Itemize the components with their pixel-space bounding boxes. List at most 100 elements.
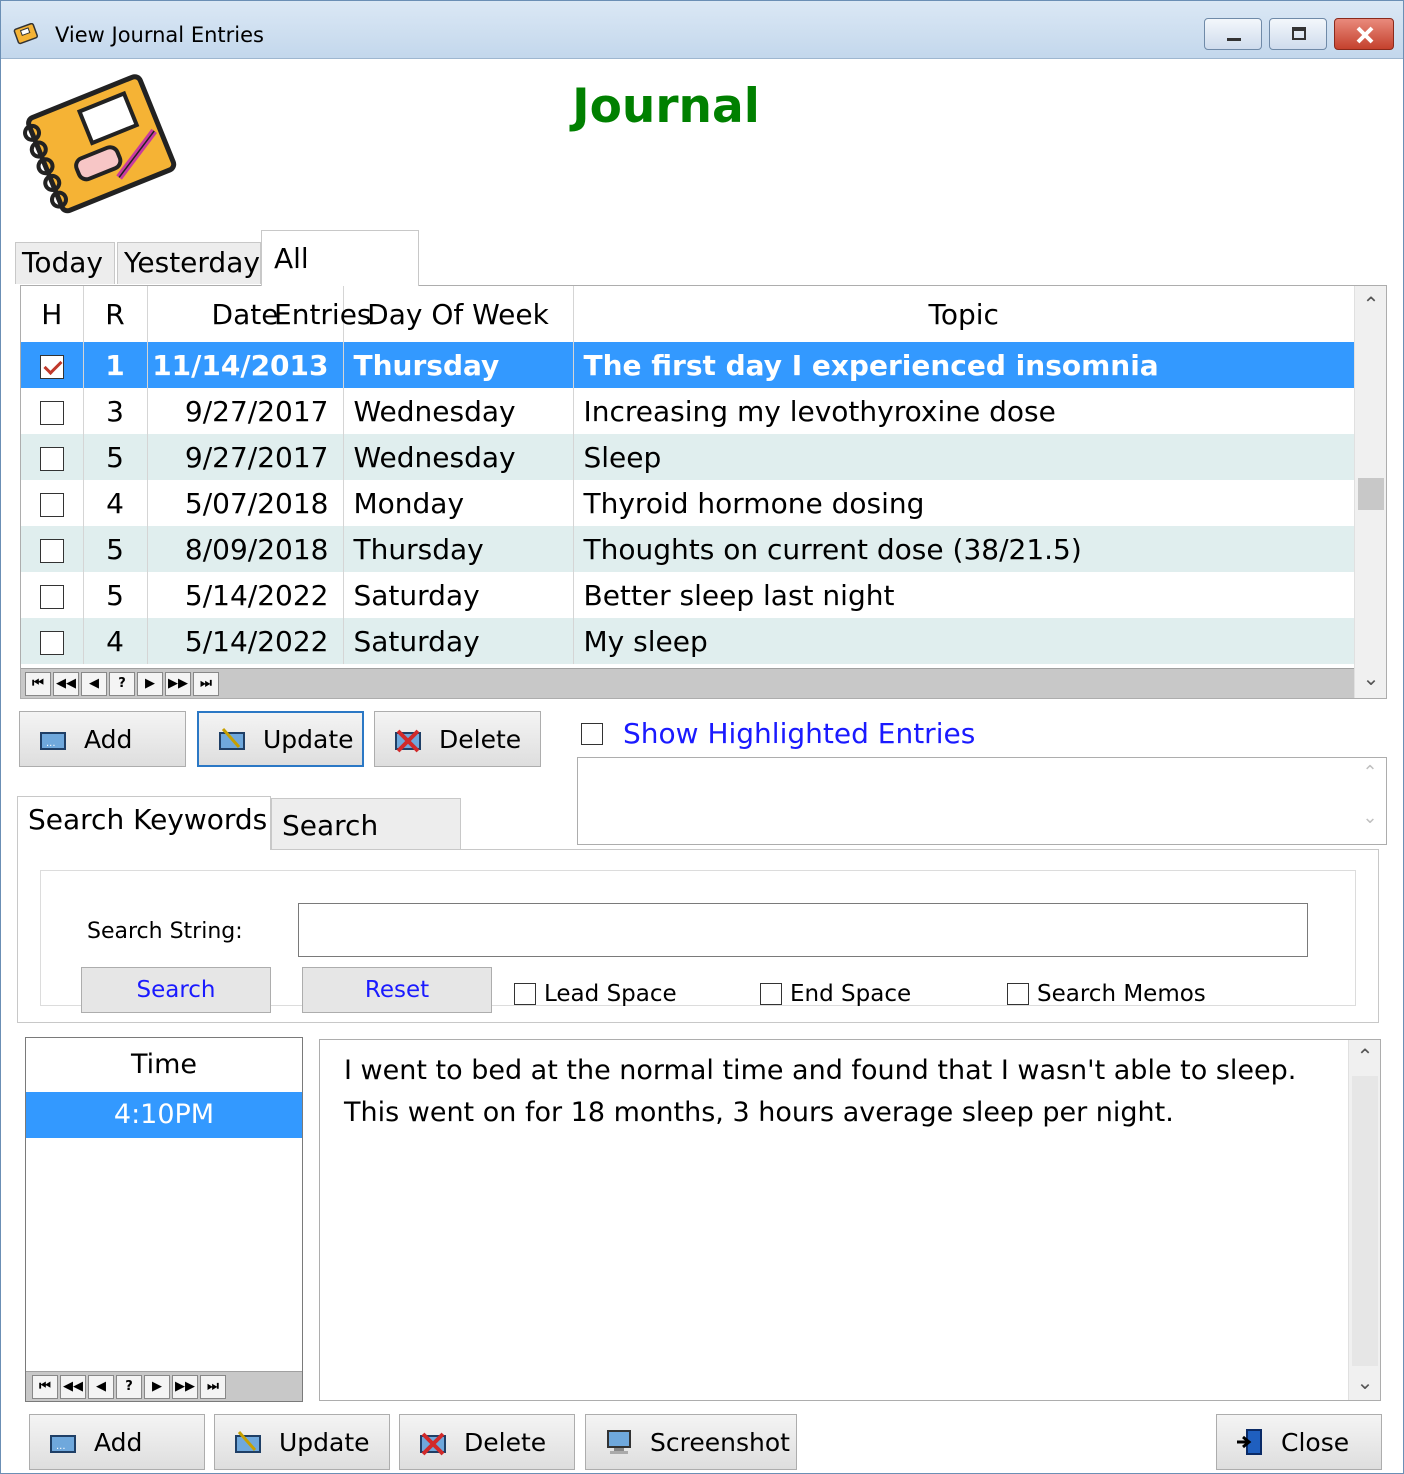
cell-topic: Increasing my levothyroxine dose <box>573 388 1355 434</box>
minimize-button[interactable] <box>1204 18 1262 50</box>
maximize-icon <box>1292 27 1306 40</box>
delete-entry-label: Delete <box>439 724 522 754</box>
cell-topic: Thyroid hormone dosing <box>573 480 1355 526</box>
scroll-down-icon[interactable]: ⌄ <box>1355 666 1386 696</box>
scroll-thumb[interactable] <box>1352 1076 1378 1366</box>
tab-all-entries[interactable]: All Entries <box>261 230 419 331</box>
table-row[interactable]: 4 5/14/2022 Saturday My sleep <box>21 618 1355 664</box>
add-entry-button[interactable]: ... Add <box>19 711 186 767</box>
nav-next-button[interactable]: ▶ <box>144 1375 170 1399</box>
time-navigator: ⏮ ◀◀ ◀ ? ▶ ▶▶ ⏭ <box>26 1371 302 1401</box>
nav-help-button[interactable]: ? <box>109 672 135 696</box>
highlight-checkbox[interactable] <box>39 446 64 471</box>
search-memos-checkbox[interactable] <box>1007 983 1029 1005</box>
update-entry-label: Update <box>263 724 354 754</box>
table-row[interactable]: 5 5/14/2022 Saturday Better sleep last n… <box>21 572 1355 618</box>
col-header-h[interactable]: H <box>21 286 84 342</box>
memo-text[interactable]: I went to bed at the normal time and fou… <box>344 1050 1334 1134</box>
maximize-button[interactable] <box>1269 18 1327 50</box>
nav-prior-button[interactable]: ◀ <box>88 1375 114 1399</box>
show-highlighted-checkbox[interactable] <box>581 722 603 745</box>
nav-next-page-button[interactable]: ▶▶ <box>172 1375 198 1399</box>
table-row[interactable]: 3 9/27/2017 Wednesday Increasing my levo… <box>21 388 1355 434</box>
title-bar[interactable]: View Journal Entries <box>1 1 1403 59</box>
cell-day-of-week: Wednesday <box>343 434 574 480</box>
nav-first-button[interactable]: ⏮ <box>32 1375 58 1399</box>
entry-memo[interactable]: I went to bed at the normal time and fou… <box>319 1039 1381 1401</box>
highlight-checkbox[interactable] <box>39 492 64 517</box>
search-input[interactable] <box>298 903 1308 957</box>
end-space-label: End Space <box>790 981 912 1007</box>
grid-scrollbar[interactable]: ⌃ ⌄ <box>1354 286 1386 698</box>
journal-window: View Journal Entries Journal Today Yeste… <box>0 0 1404 1474</box>
screenshot-button[interactable]: Screenshot <box>585 1414 797 1470</box>
highlight-checkbox[interactable] <box>39 630 64 655</box>
cell-date: 11/14/2013 <box>147 342 344 388</box>
lead-space-option[interactable]: Lead Space <box>514 981 677 1007</box>
cell-rating: 3 <box>83 388 148 434</box>
cell-topic: Thoughts on current dose (38/21.5) <box>573 526 1355 572</box>
nav-prior-page-button[interactable]: ◀◀ <box>60 1375 86 1399</box>
table-row[interactable]: 4 5/07/2018 Monday Thyroid hormone dosin… <box>21 480 1355 526</box>
tab-yesterday[interactable]: Yesterday <box>117 242 261 284</box>
reset-button[interactable]: Reset <box>302 967 492 1013</box>
scroll-up-icon[interactable]: ⌃ <box>1355 292 1386 322</box>
add-note-label: Add <box>94 1427 143 1457</box>
nav-help-button[interactable]: ? <box>116 1375 142 1399</box>
delete-note-label: Delete <box>464 1427 547 1457</box>
nav-last-button[interactable]: ⏭ <box>193 672 219 696</box>
scroll-down-icon[interactable]: ⌄ <box>1354 807 1386 828</box>
memo-scrollbar[interactable]: ⌃ ⌄ <box>1348 1040 1380 1400</box>
add-note-button[interactable]: ... Add <box>29 1414 205 1470</box>
scroll-down-icon[interactable]: ⌄ <box>1349 1370 1381 1400</box>
delete-note-button[interactable]: Delete <box>399 1414 575 1470</box>
nav-prior-page-button[interactable]: ◀◀ <box>53 672 79 696</box>
scroll-up-icon[interactable]: ⌃ <box>1354 762 1386 783</box>
update-note-button[interactable]: Update <box>214 1414 390 1470</box>
col-header-day-of-week[interactable]: Day Of Week <box>343 286 574 342</box>
cell-date: 5/14/2022 <box>147 618 344 664</box>
table-row[interactable]: 5 9/27/2017 Wednesday Sleep <box>21 434 1355 480</box>
tab-search-keywords[interactable]: Search Keywords <box>17 796 271 850</box>
nav-last-button[interactable]: ⏭ <box>200 1375 226 1399</box>
col-header-r[interactable]: R <box>83 286 148 342</box>
search-memos-option[interactable]: Search Memos <box>1007 981 1206 1007</box>
close-button[interactable]: Close <box>1216 1414 1382 1470</box>
cell-topic: Better sleep last night <box>573 572 1355 618</box>
highlight-checkbox[interactable] <box>39 538 64 563</box>
col-header-topic[interactable]: Topic <box>573 286 1355 342</box>
list-item[interactable]: 4:10PM <box>26 1092 302 1138</box>
scroll-up-icon[interactable]: ⌃ <box>1349 1044 1381 1074</box>
table-row[interactable]: 5 8/09/2018 Thursday Thoughts on current… <box>21 526 1355 572</box>
highlight-checkbox[interactable] <box>39 584 64 609</box>
cell-date: 9/27/2017 <box>147 388 344 434</box>
minimize-icon <box>1227 38 1241 41</box>
nav-next-page-button[interactable]: ▶▶ <box>165 672 191 696</box>
table-row[interactable]: 1 11/14/2013 Thursday The first day I ex… <box>21 342 1355 388</box>
update-entry-button[interactable]: Update <box>197 711 364 767</box>
show-highlighted-toggle[interactable]: Show Highlighted Entries <box>581 717 975 750</box>
nav-first-button[interactable]: ⏮ <box>25 672 51 696</box>
nav-prior-button[interactable]: ◀ <box>81 672 107 696</box>
search-button[interactable]: Search <box>81 967 271 1013</box>
time-header[interactable]: Time <box>26 1038 302 1092</box>
end-space-checkbox[interactable] <box>760 983 782 1005</box>
highlight-checkbox[interactable] <box>39 354 64 379</box>
highlight-notes-box[interactable]: ⌃ ⌄ <box>577 757 1387 845</box>
add-entry-label: Add <box>84 724 133 754</box>
nav-next-button[interactable]: ▶ <box>137 672 163 696</box>
tab-today[interactable]: Today <box>15 242 115 284</box>
end-space-option[interactable]: End Space <box>760 981 911 1007</box>
highlight-notes-scrollbar[interactable]: ⌃ ⌄ <box>1354 758 1386 844</box>
delete-entry-button[interactable]: Delete <box>374 711 541 767</box>
close-window-button[interactable] <box>1334 18 1394 50</box>
cell-date: 9/27/2017 <box>147 434 344 480</box>
scroll-thumb[interactable] <box>1358 478 1384 510</box>
search-group: Search String: Search Reset Lead Space E… <box>40 870 1356 1013</box>
highlight-checkbox[interactable] <box>39 400 64 425</box>
lead-space-checkbox[interactable] <box>514 983 536 1005</box>
tab-search-notes[interactable]: Search Notes <box>271 798 461 896</box>
cell-day-of-week: Thursday <box>343 526 574 572</box>
svg-text:...: ... <box>46 738 56 749</box>
cell-rating: 4 <box>83 480 148 526</box>
